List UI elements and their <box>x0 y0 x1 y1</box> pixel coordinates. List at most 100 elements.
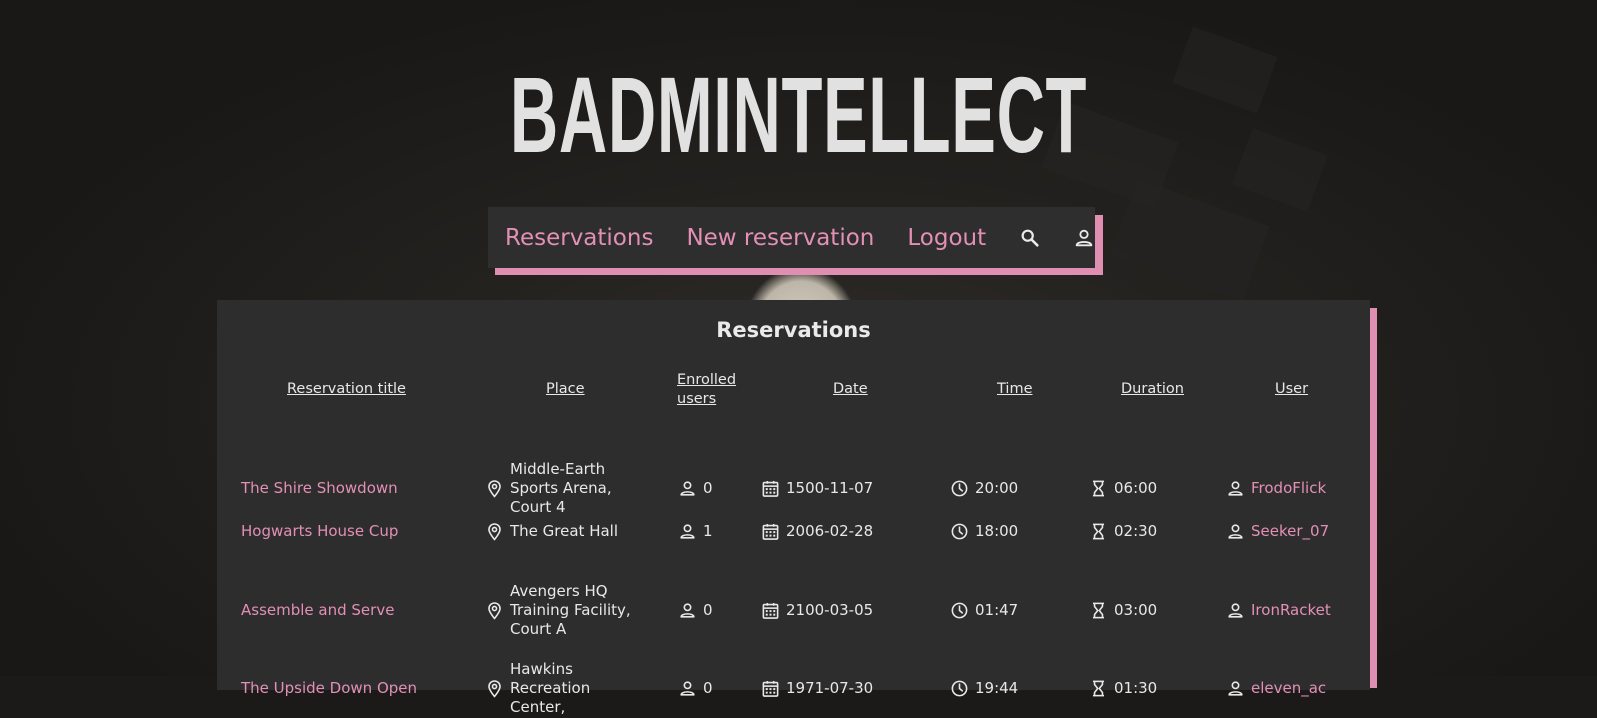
enrolled-cell-text: 0 <box>703 679 713 698</box>
enrolled-cell-line: 0 <box>703 478 713 497</box>
date-cell-line: 2006-02-28 <box>786 521 874 540</box>
time-cell-line: 01:47 <box>975 600 1019 619</box>
reservation-title-link[interactable]: Assemble and Serve <box>241 580 461 640</box>
date-cell: 1971-07-30 <box>761 658 911 718</box>
calendar-icon <box>761 522 786 541</box>
column-header-duration[interactable]: Duration <box>1121 380 1184 399</box>
enrolled-cell-text: 0 <box>703 479 713 498</box>
duration-cell: 03:00 <box>1089 580 1189 640</box>
user-icon[interactable] <box>1073 227 1095 249</box>
date-cell: 2100-03-05 <box>761 580 911 640</box>
place-cell-line: Middle-Earth <box>510 459 606 478</box>
duration-cell-line: 03:00 <box>1114 600 1158 619</box>
person-icon <box>678 601 703 620</box>
nav-reservations-link[interactable]: Reservations <box>505 225 653 251</box>
column-header-time[interactable]: Time <box>997 380 1033 399</box>
hourglass-icon <box>1089 601 1114 620</box>
reservation-title-link-line[interactable]: Assemble and Serve <box>241 601 394 620</box>
duration-cell-text: 03:00 <box>1114 601 1157 620</box>
place-cell: Avengers HQ Training Facility, Court A <box>485 580 635 640</box>
user-icon <box>1226 479 1251 498</box>
enrolled-cell-text: 0 <box>703 601 713 620</box>
clock-icon <box>950 679 975 698</box>
clock-icon <box>950 601 975 620</box>
reservation-title-link-text: Hogwarts House Cup <box>241 522 398 541</box>
date-cell-text: 2006-02-28 <box>786 522 873 541</box>
enrolled-cell: 0 <box>678 580 738 640</box>
column-header-date[interactable]: Date <box>833 380 868 399</box>
user-cell-text: FrodoFlick <box>1251 479 1326 498</box>
enrolled-cell: 0 <box>678 658 738 718</box>
place-cell-line: Court A <box>510 619 567 638</box>
enrolled-cell-text: 1 <box>703 522 713 541</box>
user-cell[interactable]: Seeker_07 <box>1226 516 1356 546</box>
column-header-enrolled-line1: Enrolled <box>677 372 737 388</box>
time-cell-text: 20:00 <box>975 479 1018 498</box>
reservation-title-link[interactable]: The Upside Down Open <box>241 658 461 718</box>
reservation-title-link-text: Assemble and Serve <box>241 601 394 620</box>
user-cell-line[interactable]: FrodoFlick <box>1251 479 1326 498</box>
user-icon <box>1226 601 1251 620</box>
hourglass-icon <box>1089 522 1114 541</box>
place-cell-text: Middle-Earth Sports Arena, Court 4 <box>510 460 612 517</box>
place-cell-text: Hawkins Recreation Center, <box>510 660 635 717</box>
duration-cell-line: 01:30 <box>1114 678 1158 697</box>
time-cell: 19:44 <box>950 658 1050 718</box>
date-cell-text: 1500-11-07 <box>786 479 873 498</box>
duration-cell-line: 02:30 <box>1114 521 1158 540</box>
reservation-title-link-line[interactable]: The Shire Showdown <box>241 479 398 498</box>
user-cell-line[interactable]: eleven_ac <box>1251 679 1326 698</box>
hourglass-icon <box>1089 479 1114 498</box>
person-icon <box>678 679 703 698</box>
column-header-user[interactable]: User <box>1275 380 1308 399</box>
place-cell-line: The Great Hall <box>510 521 619 540</box>
place-cell-line: Recreation Center, <box>510 678 591 716</box>
column-header-enrolled[interactable]: Enrolled users <box>677 371 736 409</box>
time-cell-line: 18:00 <box>975 521 1019 540</box>
user-cell-text: IronRacket <box>1251 601 1331 620</box>
user-cell[interactable]: IronRacket <box>1226 580 1356 640</box>
user-cell[interactable]: FrodoFlick <box>1226 458 1356 518</box>
reservation-title-link-line[interactable]: The Upside Down Open <box>241 679 417 698</box>
time-cell-text: 18:00 <box>975 522 1018 541</box>
duration-cell-text: 01:30 <box>1114 679 1157 698</box>
reservation-title-link-line[interactable]: Hogwarts House Cup <box>241 522 398 541</box>
reservation-title-link[interactable]: Hogwarts House Cup <box>241 516 461 546</box>
place-cell: The Great Hall <box>485 516 635 546</box>
enrolled-cell: 1 <box>678 516 738 546</box>
column-header-place[interactable]: Place <box>546 380 585 399</box>
main-nav: Reservations New reservation Logout <box>488 207 1095 268</box>
place-cell-line: Avengers HQ <box>510 581 608 600</box>
column-header-title[interactable]: Reservation title <box>287 380 406 399</box>
user-cell[interactable]: eleven_ac <box>1226 658 1356 718</box>
time-cell: 20:00 <box>950 458 1050 518</box>
place-cell: Middle-Earth Sports Arena, Court 4 <box>485 458 635 518</box>
app-logo[interactable]: BADMINTELLECT <box>303 52 1293 177</box>
nav-logout-link[interactable]: Logout <box>907 225 986 251</box>
enrolled-cell-line: 0 <box>703 678 713 697</box>
user-cell-line[interactable]: Seeker_07 <box>1251 522 1329 541</box>
place-cell-line: Court 4 <box>510 497 566 516</box>
duration-cell: 06:00 <box>1089 458 1189 518</box>
nav-new-reservation-link[interactable]: New reservation <box>686 225 874 251</box>
reservation-title-link-text: The Upside Down Open <box>241 679 417 698</box>
user-cell-text: Seeker_07 <box>1251 522 1329 541</box>
time-cell-text: 19:44 <box>975 679 1018 698</box>
column-header-enrolled-line2: users <box>677 391 717 407</box>
calendar-icon <box>761 679 786 698</box>
enrolled-cell-line: 0 <box>703 600 713 619</box>
person-icon <box>678 479 703 498</box>
user-icon <box>1226 522 1251 541</box>
clock-icon <box>950 479 975 498</box>
reservation-title-link[interactable]: The Shire Showdown <box>241 458 461 518</box>
calendar-icon <box>761 479 786 498</box>
place-cell: Hawkins Recreation Center, <box>485 658 635 718</box>
time-cell: 01:47 <box>950 580 1050 640</box>
place-cell-text: The Great Hall <box>510 522 618 541</box>
search-icon[interactable] <box>1019 227 1041 249</box>
enrolled-cell: 0 <box>678 458 738 518</box>
user-cell-line[interactable]: IronRacket <box>1251 601 1331 620</box>
time-cell-line: 20:00 <box>975 478 1019 497</box>
date-cell: 1500-11-07 <box>761 458 911 518</box>
duration-cell-text: 06:00 <box>1114 479 1157 498</box>
